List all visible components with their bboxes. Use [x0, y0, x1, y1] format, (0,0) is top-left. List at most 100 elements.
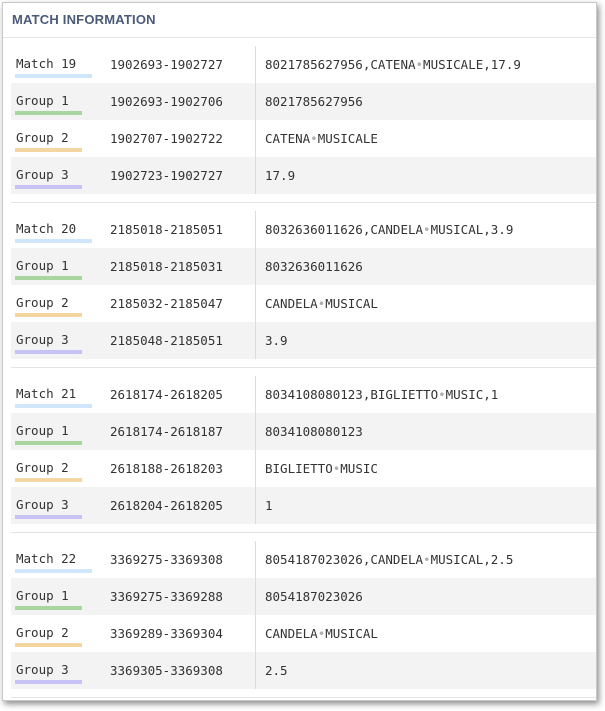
value-cell: 3.9	[256, 333, 288, 348]
value-segment: 3.9	[265, 333, 288, 348]
range-cell: 3369275-3369288	[104, 578, 256, 615]
group-label: Group 2	[11, 450, 104, 487]
value-segment: 17.9	[265, 168, 296, 183]
value-segment: 8021785627956,CATENA	[265, 57, 416, 72]
value-cell: CATENA•MUSICALE	[256, 131, 378, 146]
match-label: Match 20	[11, 211, 104, 248]
group-row[interactable]: Group 2 2185032-2185047 CANDELA•MUSICAL	[11, 285, 596, 322]
match-label: Match 22	[11, 541, 104, 578]
value-segment: 8034108080123,BIGLIETTO	[265, 387, 439, 402]
color-underline	[15, 680, 82, 684]
range-cell: 2618174-2618187	[104, 413, 256, 450]
group-label: Group 1	[11, 248, 104, 285]
range-cell: 1902693-1902727	[104, 46, 256, 83]
match-row[interactable]: Match 22 3369275-3369308 8054187023026,CAN…	[11, 541, 596, 578]
color-underline	[15, 441, 82, 445]
group-label: Group 1	[11, 578, 104, 615]
value-segment: 8054187023026	[265, 589, 363, 604]
value-segment: 8054187023026,CANDELA	[265, 552, 424, 567]
value-cell: 8034108080123,BIGLIETTO•MUSIC,1	[256, 387, 498, 402]
match-label: Match 21	[11, 376, 104, 413]
value-segment: MUSICAL	[325, 296, 378, 311]
range-cell: 2618174-2618205	[104, 376, 256, 413]
group-label: Group 3	[11, 322, 104, 359]
group-row[interactable]: Group 1 2185018-2185031 8032636011626	[11, 248, 596, 285]
range-cell: 1902723-1902727	[104, 157, 256, 194]
match-block: Match 20 2185018-2185051 8032636011626,CAN…	[11, 203, 596, 368]
group-row[interactable]: Group 3 2618204-2618205 1	[11, 487, 596, 524]
value-cell: 8032636011626	[256, 259, 363, 274]
group-row[interactable]: Group 3 1902723-1902727 17.9	[11, 157, 596, 194]
match-block: Match 21 2618174-2618205 8034108080123,BIG…	[11, 368, 596, 533]
color-underline	[15, 569, 92, 573]
value-cell: BIGLIETTO•MUSIC	[256, 461, 378, 476]
group-label: Group 2	[11, 120, 104, 157]
value-segment: MUSICALE	[317, 131, 378, 146]
group-label: Group 3	[11, 652, 104, 689]
label-text: Group 2	[16, 625, 69, 640]
range-cell: 2185032-2185047	[104, 285, 256, 322]
value-cell: CANDELA•MUSICAL	[256, 626, 378, 641]
match-information-panel: MATCH INFORMATION Match 19 1902693-190272…	[2, 2, 597, 701]
label-text: Match 21	[16, 386, 77, 401]
space-marker-icon: •	[423, 222, 431, 237]
value-segment: CANDELA	[265, 296, 318, 311]
color-underline	[15, 350, 82, 354]
range-cell: 3369289-3369304	[104, 615, 256, 652]
match-row[interactable]: Match 20 2185018-2185051 8032636011626,CAN…	[11, 211, 596, 248]
range-cell: 2185018-2185031	[104, 248, 256, 285]
value-cell: CANDELA•MUSICAL	[256, 296, 378, 311]
value-segment: CATENA	[265, 131, 311, 146]
color-underline	[15, 148, 82, 152]
label-text: Group 2	[16, 295, 69, 310]
group-row[interactable]: Group 1 1902693-1902706 8021785627956	[11, 83, 596, 120]
color-underline	[15, 404, 92, 408]
group-row[interactable]: Group 1 2618174-2618187 8034108080123	[11, 413, 596, 450]
color-underline	[15, 606, 82, 610]
range-cell: 3369275-3369308	[104, 541, 256, 578]
match-row[interactable]: Match 19 1902693-1902727 8021785627956,CAT…	[11, 46, 596, 83]
match-label: Match 19	[11, 46, 104, 83]
label-text: Match 19	[16, 56, 77, 71]
range-cell: 2185018-2185051	[104, 211, 256, 248]
label-text: Group 3	[16, 662, 69, 677]
group-row[interactable]: Group 2 2618188-2618203 BIGLIETTO•MUSIC	[11, 450, 596, 487]
group-row[interactable]: Group 1 3369275-3369288 8054187023026	[11, 578, 596, 615]
value-cell: 8054187023026,CANDELA•MUSICAL,2.5	[256, 552, 513, 567]
value-cell: 8021785627956,CATENA•MUSICALE,17.9	[256, 57, 521, 72]
color-underline	[15, 239, 92, 243]
group-label: Group 1	[11, 413, 104, 450]
group-row[interactable]: Group 2 3369289-3369304 CANDELA•MUSICAL	[11, 615, 596, 652]
color-underline	[15, 111, 82, 115]
color-underline	[15, 74, 92, 78]
color-underline	[15, 313, 82, 317]
label-text: Group 1	[16, 588, 69, 603]
value-segment: 8034108080123	[265, 424, 363, 439]
label-text: Group 1	[16, 423, 69, 438]
value-segment: 8032636011626	[265, 259, 363, 274]
color-underline	[15, 515, 82, 519]
match-block: Match 19 1902693-1902727 8021785627956,CAT…	[11, 38, 596, 203]
value-segment: BIGLIETTO	[265, 461, 333, 476]
group-row[interactable]: Group 2 1902707-1902722 CATENA•MUSICALE	[11, 120, 596, 157]
value-segment: MUSIC,1	[445, 387, 499, 402]
value-segment: MUSICAL,3.9	[430, 222, 514, 237]
value-cell: 1	[256, 498, 273, 513]
group-row[interactable]: Group 3 2185048-2185051 3.9	[11, 322, 596, 359]
match-row[interactable]: Match 21 2618174-2618205 8034108080123,BIG…	[11, 376, 596, 413]
range-cell: 2618204-2618205	[104, 487, 256, 524]
value-segment: MUSICAL,2.5	[430, 552, 514, 567]
color-underline	[15, 185, 82, 189]
range-cell: 1902707-1902722	[104, 120, 256, 157]
label-text: Group 3	[16, 167, 69, 182]
match-block: Match 22 3369275-3369308 8054187023026,CAN…	[11, 533, 596, 698]
group-label: Group 2	[11, 285, 104, 322]
color-underline	[15, 276, 82, 280]
label-text: Match 22	[16, 551, 77, 566]
value-segment: 8021785627956	[265, 94, 363, 109]
label-text: Group 2	[16, 460, 69, 475]
group-label: Group 2	[11, 615, 104, 652]
group-row[interactable]: Group 3 3369305-3369308 2.5	[11, 652, 596, 689]
value-cell: 8021785627956	[256, 94, 363, 109]
space-marker-icon: •	[415, 57, 424, 72]
